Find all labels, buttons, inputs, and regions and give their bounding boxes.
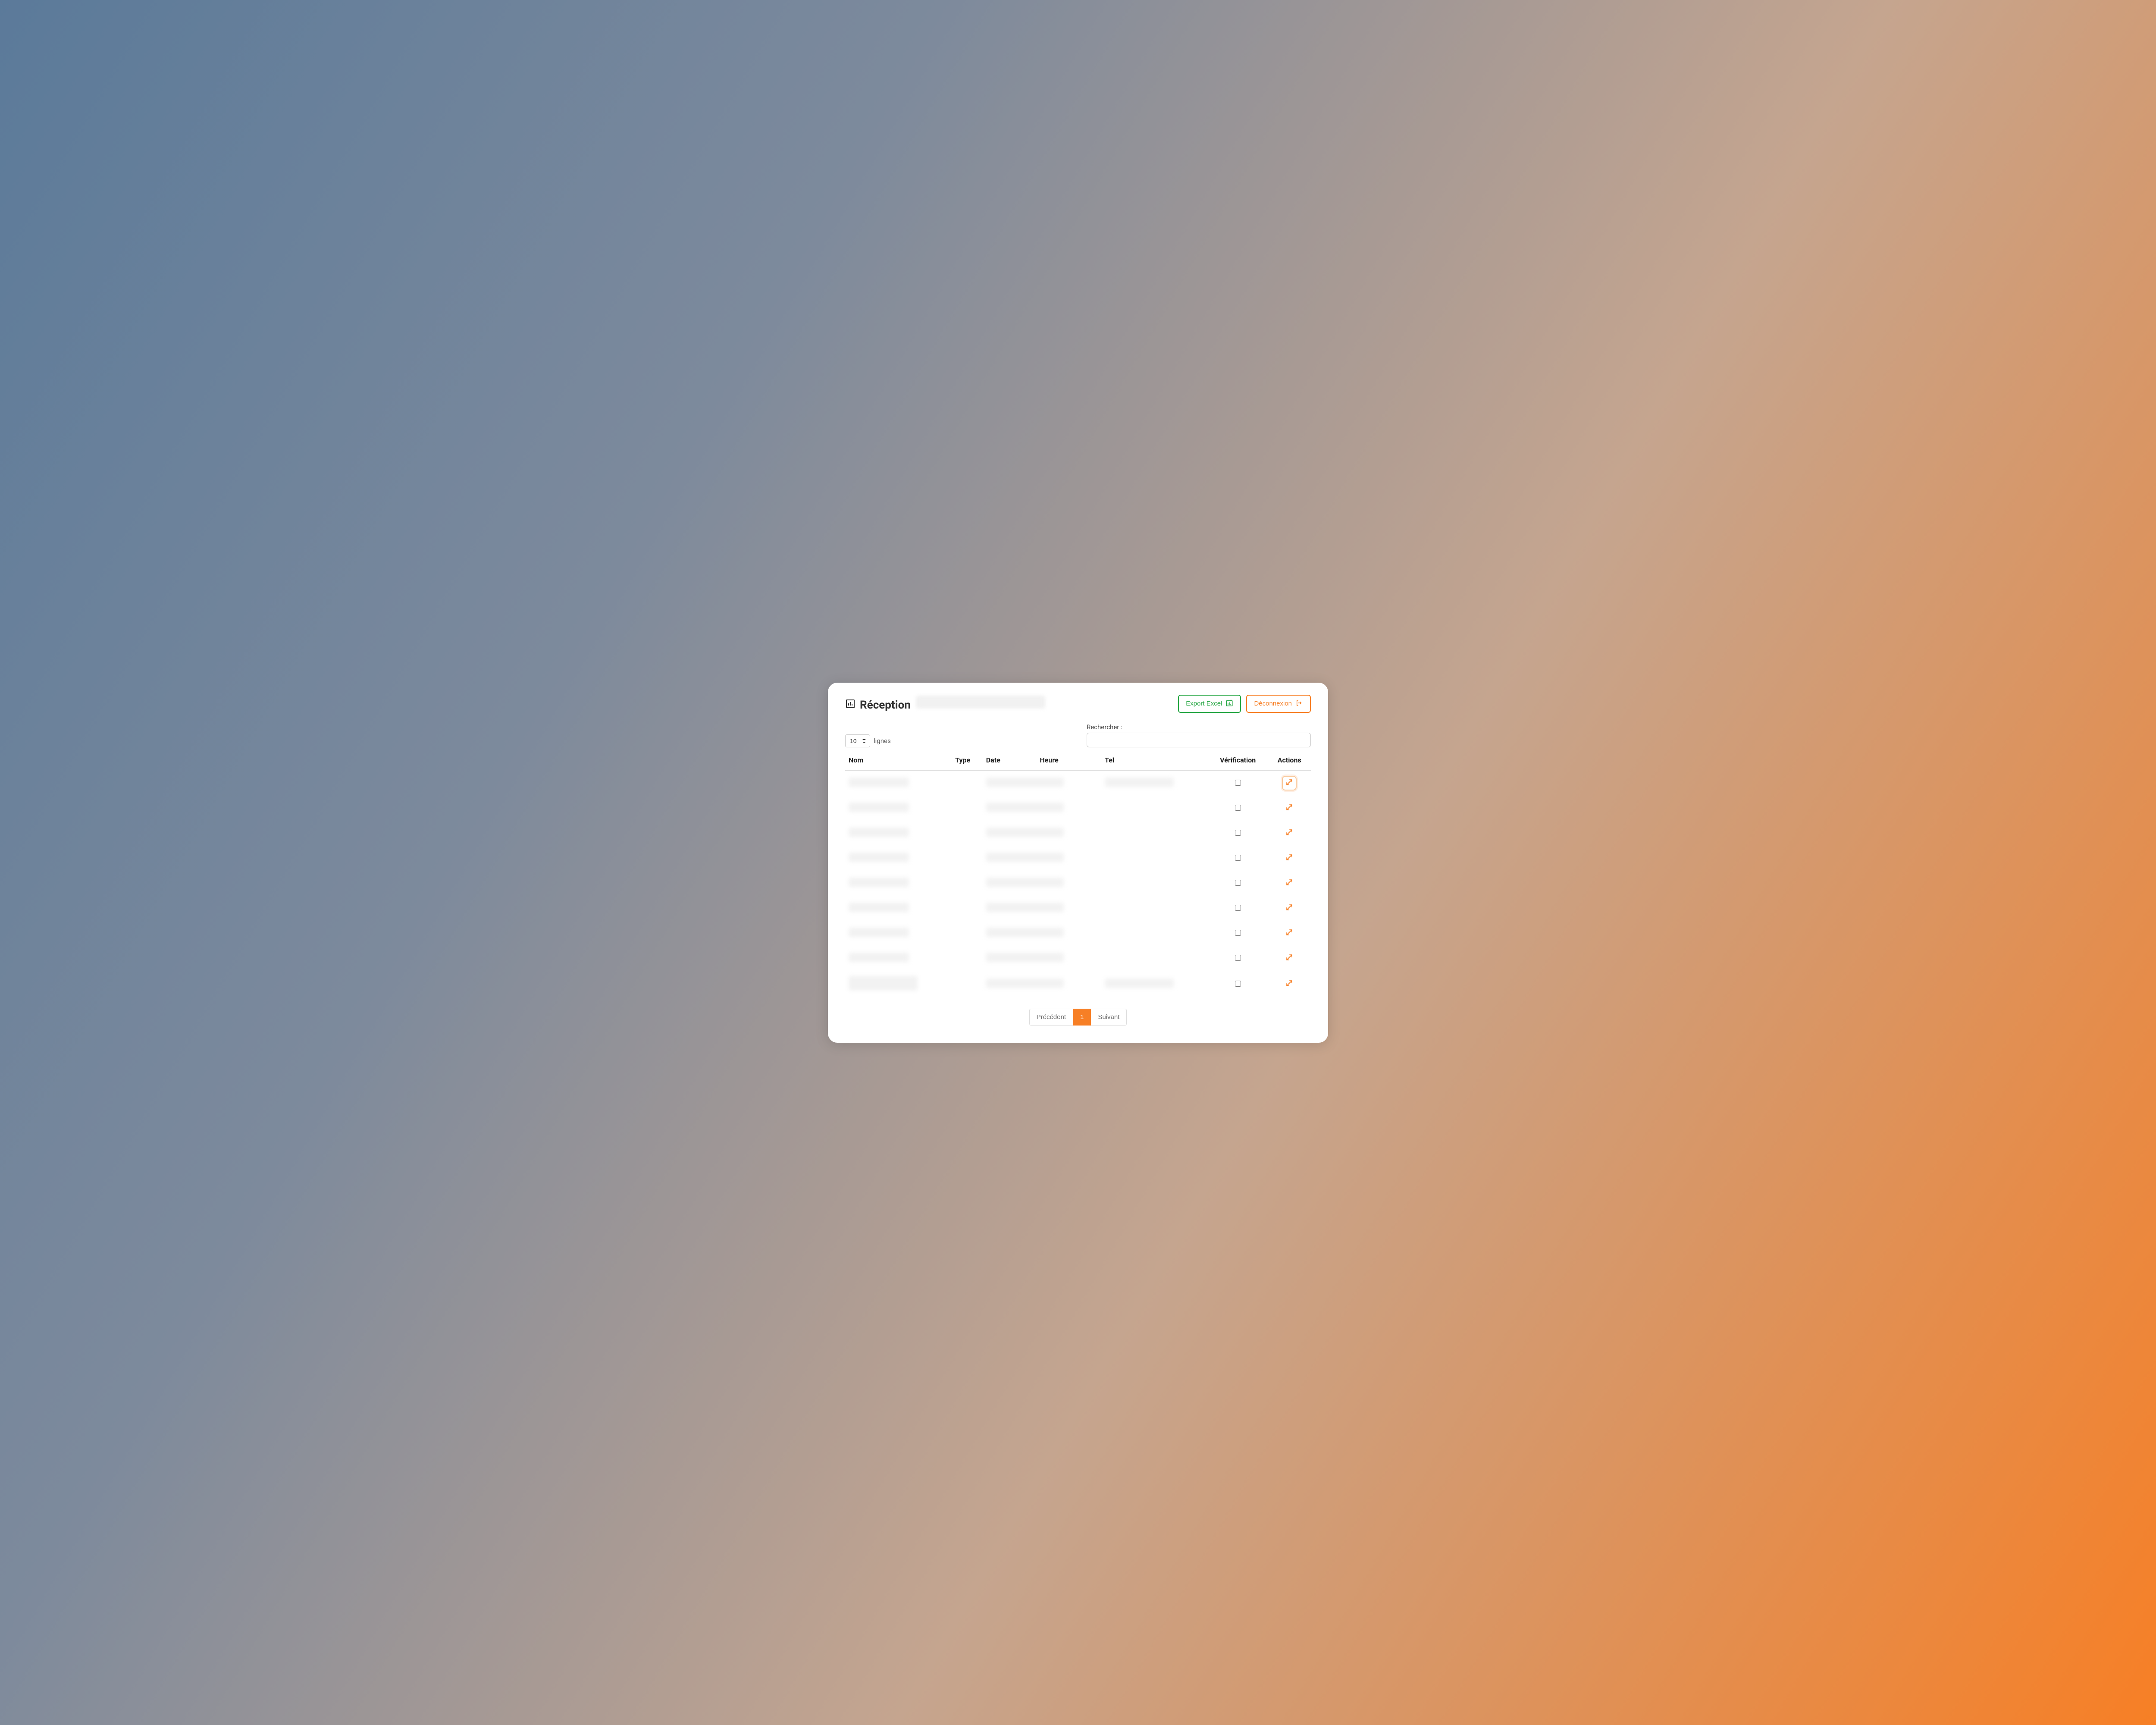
page-title: Réception <box>860 696 1045 712</box>
cell-nom-redacted <box>849 828 909 837</box>
export-excel-button[interactable]: Export Excel <box>1178 695 1241 713</box>
cell-nom-redacted <box>849 953 909 962</box>
verification-checkbox[interactable] <box>1235 930 1241 936</box>
page-title-redacted <box>916 696 1045 709</box>
col-verification[interactable]: Vérification <box>1208 751 1268 771</box>
col-date[interactable]: Date <box>983 751 1037 771</box>
col-tel[interactable]: Tel <box>1101 751 1208 771</box>
expand-icon <box>1285 853 1294 863</box>
col-type[interactable]: Type <box>952 751 983 771</box>
pagination-page-1-button[interactable]: 1 <box>1073 1009 1091 1026</box>
search-input[interactable] <box>1087 733 1311 747</box>
expand-row-button[interactable] <box>1282 926 1297 941</box>
verification-checkbox[interactable] <box>1235 880 1241 886</box>
logout-label: Déconnexion <box>1254 700 1292 707</box>
expand-row-button[interactable] <box>1282 776 1297 790</box>
expand-row-button[interactable] <box>1282 851 1297 866</box>
table-row <box>845 921 1311 946</box>
bar-chart-plus-icon <box>1225 699 1233 709</box>
header-actions: Export Excel Déconnexion <box>1178 695 1311 713</box>
expand-icon <box>1285 903 1294 913</box>
search-label: Rechercher : <box>1087 723 1311 731</box>
expand-icon <box>1285 878 1294 888</box>
table-row <box>845 871 1311 896</box>
verification-checkbox[interactable] <box>1235 981 1241 987</box>
table-row <box>845 796 1311 821</box>
length-control: 10 lignes <box>845 734 891 747</box>
pagination: Précédent 1 Suivant <box>845 1009 1311 1026</box>
table-row <box>845 770 1311 796</box>
logout-button[interactable]: Déconnexion <box>1246 695 1311 713</box>
cell-datetime-redacted <box>986 928 1064 937</box>
title-wrap: Réception <box>845 696 1045 712</box>
expand-row-button[interactable] <box>1282 876 1297 891</box>
cell-nom-redacted <box>849 903 909 912</box>
cell-datetime-redacted <box>986 903 1064 912</box>
verification-checkbox[interactable] <box>1235 905 1241 911</box>
verification-checkbox[interactable] <box>1235 805 1241 811</box>
pagination-next-button[interactable]: Suivant <box>1091 1009 1127 1026</box>
expand-icon <box>1285 979 1294 989</box>
data-table: Nom Type Date Heure Tel Vérification Act… <box>845 751 1311 997</box>
cell-nom-redacted <box>849 878 909 887</box>
verification-checkbox[interactable] <box>1235 780 1241 786</box>
verification-checkbox[interactable] <box>1235 830 1241 836</box>
page-title-text: Réception <box>860 699 911 712</box>
cell-datetime-redacted <box>986 828 1064 837</box>
cell-nom-redacted <box>849 976 918 991</box>
cell-datetime-redacted <box>986 853 1064 862</box>
expand-icon <box>1285 778 1294 788</box>
expand-icon <box>1285 928 1294 938</box>
cell-nom-redacted <box>849 928 909 937</box>
expand-row-button[interactable] <box>1282 901 1297 916</box>
cell-tel-redacted <box>1105 778 1174 787</box>
export-excel-label: Export Excel <box>1186 700 1222 707</box>
expand-icon <box>1285 828 1294 838</box>
verification-checkbox[interactable] <box>1235 955 1241 961</box>
search-control: Rechercher : <box>1087 723 1311 747</box>
logout-icon <box>1295 699 1303 709</box>
cell-nom-redacted <box>849 778 909 787</box>
cell-nom-redacted <box>849 803 909 812</box>
table-row <box>845 846 1311 871</box>
verification-checkbox[interactable] <box>1235 855 1241 861</box>
expand-row-button[interactable] <box>1282 951 1297 966</box>
cell-nom-redacted <box>849 853 909 862</box>
table-row <box>845 971 1311 997</box>
col-nom[interactable]: Nom <box>845 751 952 771</box>
cell-datetime-redacted <box>986 803 1064 812</box>
cell-datetime-redacted <box>986 778 1064 787</box>
table-row <box>845 946 1311 971</box>
table-body <box>845 770 1311 997</box>
cell-datetime-redacted <box>986 878 1064 887</box>
table-row <box>845 896 1311 921</box>
table-head: Nom Type Date Heure Tel Vérification Act… <box>845 751 1311 771</box>
expand-row-button[interactable] <box>1282 801 1297 815</box>
cell-datetime-redacted <box>986 979 1064 988</box>
expand-icon <box>1285 803 1294 813</box>
pagination-prev-button[interactable]: Précédent <box>1029 1009 1073 1026</box>
expand-icon <box>1285 953 1294 963</box>
cell-datetime-redacted <box>986 953 1064 962</box>
table-row <box>845 821 1311 846</box>
expand-row-button[interactable] <box>1282 826 1297 841</box>
col-heure[interactable]: Heure <box>1036 751 1101 771</box>
page-length-select[interactable]: 10 <box>845 734 870 747</box>
bar-chart-icon <box>845 699 856 709</box>
expand-row-button[interactable] <box>1282 977 1297 991</box>
cell-tel-redacted <box>1105 979 1174 988</box>
main-card: Réception Export Excel <box>828 683 1328 1043</box>
length-suffix-label: lignes <box>874 737 891 745</box>
col-actions: Actions <box>1268 751 1311 771</box>
controls-row: 10 lignes Rechercher : <box>845 723 1311 747</box>
header-row: Réception Export Excel <box>845 695 1311 713</box>
